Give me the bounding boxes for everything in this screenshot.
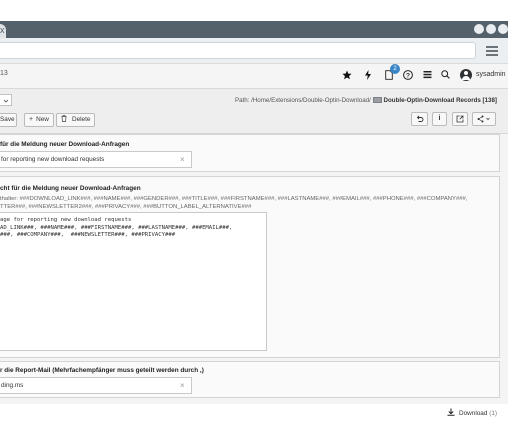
user-avatar-icon[interactable]: [460, 69, 472, 81]
svg-text:?: ?: [406, 72, 410, 79]
report-mail-value: ding.ms: [1, 382, 24, 389]
report-mail-label: r die Report-Mail (Mehrfachempfänger mus…: [0, 367, 204, 374]
info-button[interactable]: i: [432, 112, 447, 126]
subject-input[interactable]: for reporting new download requests ×: [0, 151, 192, 168]
body-line-2: AD_LINK###, ###NAME###, ###FIRSTNAME###,…: [0, 224, 233, 231]
external-link-icon: [456, 115, 464, 123]
window-minimize-button[interactable]: [474, 24, 484, 34]
username[interactable]: sysadmin: [476, 71, 506, 78]
close-tab-icon[interactable]: x: [0, 25, 5, 35]
address-bar[interactable]: [0, 42, 476, 59]
delete-label: Delete: [71, 116, 91, 123]
subject-label: für die Meldung neuer Download-Anfragen: [0, 141, 130, 148]
path-record[interactable]: Double-Optin-Download Records [138]: [384, 97, 497, 104]
chevron-down-icon: [3, 99, 8, 103]
search-icon[interactable]: [441, 70, 450, 83]
subject-value: for reporting new download requests: [1, 156, 105, 163]
clear-subject-icon[interactable]: ×: [180, 152, 185, 167]
plus-icon: +: [29, 116, 34, 123]
grid-icon[interactable]: [423, 70, 432, 83]
window-close-button[interactable]: [498, 24, 508, 34]
body-label: cht für die Meldung neuer Download-Anfra…: [0, 185, 141, 192]
browser-tab[interactable]: x: [0, 24, 6, 38]
path-prefix: Path: /Home/Extensions/Double-Optin-Down…: [234, 97, 371, 104]
download-count: (1): [489, 410, 497, 417]
help-icon[interactable]: ?: [403, 70, 413, 84]
window-maximize-button[interactable]: [486, 24, 496, 34]
body-textarea[interactable]: age for reporting new download requests A…: [0, 212, 267, 351]
download-icon: [447, 408, 457, 417]
hamburger-icon[interactable]: [486, 46, 498, 56]
clear-report-mail-icon[interactable]: ×: [180, 378, 185, 393]
app-header: 13 2 ? sysadmin: [0, 64, 508, 89]
breadcrumb: Path: /Home/Extensions/Double-Optin-Down…: [235, 97, 497, 104]
share-icon: [477, 115, 490, 123]
star-icon[interactable]: [342, 70, 352, 84]
browser-titlebar: x: [0, 21, 508, 38]
trash-icon: [61, 115, 69, 123]
record-table-icon: [372, 97, 382, 104]
browser-toolbar: [0, 38, 508, 64]
info-icon: i: [438, 115, 441, 122]
open-new-window-button[interactable]: [452, 112, 468, 126]
body-line-1: age for reporting new download requests: [0, 217, 132, 223]
body-line-3: ###, ###COMPANY###, ###NEWSLETTER###, ##…: [0, 232, 176, 238]
save-button[interactable]: Save: [0, 113, 17, 127]
notification-badge: 2: [390, 64, 400, 74]
new-button[interactable]: + New: [24, 113, 54, 127]
share-dropdown-button[interactable]: [472, 112, 496, 126]
save-label: Save: [0, 116, 15, 123]
bolt-icon[interactable]: [364, 70, 372, 84]
undo-button[interactable]: [411, 112, 428, 126]
undo-icon: [416, 115, 423, 122]
top-blank-area: [0, 0, 508, 21]
download-label: Download: [458, 410, 488, 417]
delete-button[interactable]: Delete: [56, 113, 96, 127]
language-select[interactable]: [0, 94, 12, 106]
body-help-line-2: TTER###, ###NEWSLETTER2###, ###PRIVACY##…: [0, 204, 252, 210]
report-mail-input[interactable]: ding.ms ×: [0, 377, 192, 394]
new-label: New: [36, 116, 49, 123]
download-link[interactable]: Download (1): [447, 408, 497, 417]
module-title: 13: [0, 70, 8, 77]
